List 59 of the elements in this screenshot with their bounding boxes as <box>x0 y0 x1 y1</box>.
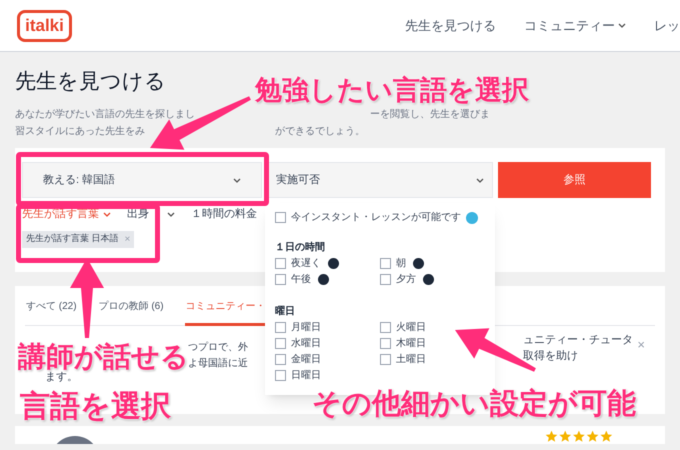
checkbox-option[interactable]: 土曜日 <box>380 353 426 366</box>
checkbox-option[interactable]: 今インスタント・レッスンが可能です <box>275 211 478 224</box>
section-heading: １日の時間 <box>275 240 326 255</box>
lightning-icon <box>466 212 478 224</box>
logo[interactable]: italki <box>17 10 72 42</box>
checkbox-option[interactable]: 朝 <box>380 257 424 270</box>
checkbox[interactable] <box>275 322 286 333</box>
checkbox[interactable] <box>275 338 286 349</box>
help-icon <box>328 258 339 269</box>
annotation-text: 講師が話せる <box>18 343 189 371</box>
filter-dropdown[interactable]: １時間の料金 <box>191 206 257 222</box>
annotation-text: 言語を選択 <box>20 392 171 422</box>
checkbox-option[interactable]: 金曜日 <box>275 353 321 366</box>
checkbox[interactable] <box>380 258 391 269</box>
notice-text: つプロで、外 <box>188 340 248 355</box>
description-text: あなたが学びたい言語の先生を探しまし <box>15 108 195 122</box>
checkbox[interactable] <box>380 322 391 333</box>
filter-dropdown[interactable]: 出身 <box>127 206 175 222</box>
tab[interactable]: プロの教師 (6) <box>98 286 165 326</box>
checkbox[interactable] <box>275 212 286 223</box>
checkbox[interactable] <box>275 354 286 365</box>
help-icon <box>423 274 434 285</box>
checkbox[interactable] <box>380 274 391 285</box>
chevron-icon <box>233 178 241 182</box>
page-title: 先生を見つける <box>15 69 166 95</box>
notice-text: よ母国語に近 <box>188 356 248 371</box>
filter-tag: 先生が話す言葉 日本語 × <box>22 230 134 248</box>
checkbox-option[interactable]: 水曜日 <box>275 337 321 350</box>
checkbox-option[interactable]: 木曜日 <box>380 337 426 350</box>
tab[interactable]: すべて (22) <box>25 286 78 326</box>
description-text: 習スタイルにあった先生をみ <box>15 124 145 139</box>
browse-button[interactable]: 参照 <box>498 162 651 198</box>
checkbox-option[interactable]: 午後 <box>275 273 329 286</box>
checkbox[interactable] <box>275 274 286 285</box>
section-heading: 曜日 <box>275 304 296 319</box>
annotation-text: 勉強したい言語を選択 <box>255 77 529 104</box>
help-icon <box>413 258 424 269</box>
checkbox[interactable] <box>275 258 286 269</box>
annotation-text: その他細かい設定が可能 <box>312 390 636 419</box>
notice-text: ュニティー・チュータ <box>523 333 633 348</box>
checkbox-option[interactable]: 夕方 <box>380 273 434 286</box>
chevron-icon <box>476 178 484 182</box>
notice-text: 取得を助け <box>523 349 579 364</box>
description-text: ーを閲覧し、先生を選びま <box>370 108 490 122</box>
availability-select[interactable]: 実施可否 <box>267 162 493 198</box>
checkbox-option[interactable]: 夜遅く <box>275 257 339 270</box>
notice-text: ます。 <box>45 371 78 385</box>
checkbox[interactable] <box>380 354 391 365</box>
checkbox-option[interactable]: 月曜日 <box>275 321 321 334</box>
language-select[interactable]: 教える: 韓国語 <box>22 162 262 198</box>
checkbox[interactable] <box>380 338 391 349</box>
description-text: ができるでしょう。 <box>275 125 365 139</box>
checkbox[interactable] <box>275 370 286 381</box>
help-icon <box>318 274 329 285</box>
nav-link[interactable]: コミュニティー <box>524 16 626 36</box>
checkbox-option[interactable]: 日曜日 <box>275 369 321 382</box>
nav-link[interactable]: 先生を見つける <box>405 16 496 36</box>
checkbox-option[interactable]: 火曜日 <box>380 321 426 334</box>
nav-link[interactable]: レッ <box>654 16 680 36</box>
